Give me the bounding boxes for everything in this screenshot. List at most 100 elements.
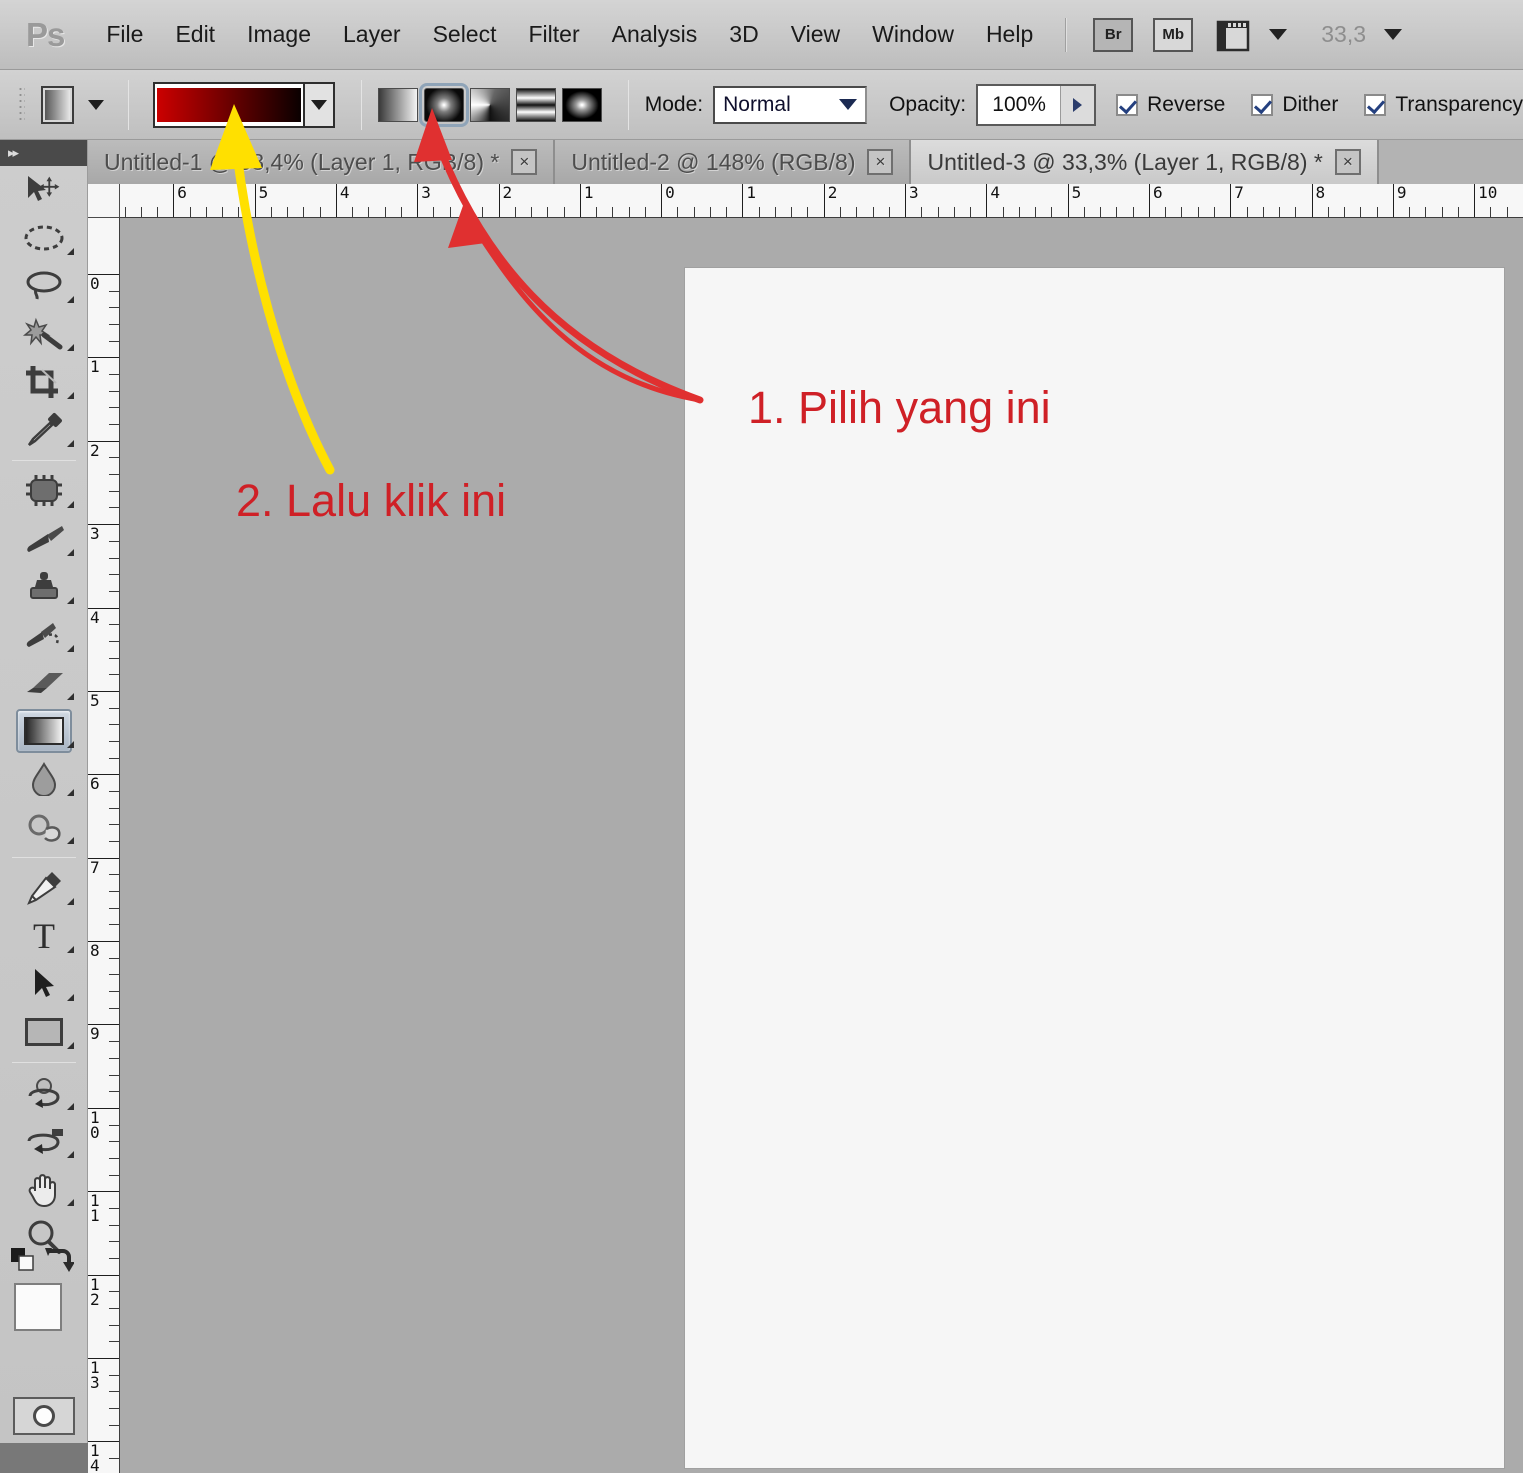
3d-orbit-tool[interactable] (0, 1117, 88, 1165)
ruler-tick-minor (109, 874, 119, 876)
crop-tool[interactable] (0, 358, 88, 406)
reflected-gradient-button[interactable] (515, 87, 556, 122)
clone-stamp-tool[interactable] (0, 563, 88, 611)
radial-gradient-button[interactable] (418, 82, 469, 127)
dither-checkbox-item[interactable]: Dither (1251, 93, 1338, 117)
document-canvas[interactable] (685, 268, 1504, 1468)
ruler-label: 6 (90, 774, 100, 794)
horizontal-ruler[interactable]: 7654321012345678910 (88, 184, 1523, 218)
ruler-tick-minor (628, 207, 630, 217)
transparency-checkbox-item[interactable]: Transparency (1364, 93, 1523, 117)
menu-item-help[interactable]: Help (970, 15, 1049, 54)
blend-mode-value: Normal (723, 92, 791, 116)
ruler-tick-minor (109, 424, 119, 426)
3d-rotate-tool[interactable] (0, 1069, 88, 1117)
menu-item-layer[interactable]: Layer (327, 15, 417, 54)
move-tool[interactable] (0, 166, 88, 214)
tab-close-icon[interactable]: × (1334, 149, 1361, 175)
gradient-preset-picker[interactable] (152, 81, 335, 128)
lasso-tool[interactable] (0, 262, 88, 310)
magic-wand-tool[interactable] (0, 310, 88, 358)
ruler-label: 3 (90, 524, 100, 544)
linear-gradient-button[interactable] (377, 87, 418, 122)
opacity-slider-arrow-icon[interactable] (1060, 85, 1095, 124)
tool-preset-picker-icon[interactable] (41, 85, 74, 124)
hand-tool[interactable] (0, 1165, 88, 1213)
ruler-tick-major (173, 184, 175, 217)
ruler-corner[interactable] (88, 184, 120, 218)
arrange-chevron-down-icon[interactable] (1269, 29, 1288, 40)
path-selection-tool[interactable] (0, 960, 88, 1008)
document-tab-untitled-1[interactable]: Untitled-1 @ 58,4% (Layer 1, RGB/8) * × (88, 140, 556, 184)
marquee-tool[interactable] (0, 214, 88, 262)
ruler-tick-minor (872, 207, 874, 217)
menu-item-file[interactable]: File (90, 15, 159, 54)
history-brush-tool[interactable] (0, 611, 88, 659)
canvas-area[interactable] (120, 218, 1523, 1473)
angle-gradient-button[interactable] (469, 87, 510, 122)
history-brush-icon (16, 613, 72, 657)
menu-item-filter[interactable]: Filter (513, 15, 596, 54)
eraser-tool[interactable] (0, 659, 88, 707)
tools-panel-collapse-button[interactable]: ▸▸ (0, 140, 87, 166)
ruler-tick-major (1148, 184, 1150, 217)
zoom-chevron-down-icon[interactable] (1384, 29, 1403, 40)
reverse-checkbox-item[interactable]: Reverse (1116, 93, 1225, 117)
type-tool[interactable]: T (0, 912, 88, 960)
ruler-tick-minor (205, 207, 207, 217)
menu-item-view[interactable]: View (775, 15, 856, 54)
blend-mode-select[interactable]: Normal (713, 85, 868, 124)
ruler-tick-minor (856, 207, 858, 217)
gradient-picker-chevron-down-icon[interactable] (302, 83, 333, 126)
document-tab-untitled-3[interactable]: Untitled-3 @ 33,3% (Layer 1, RGB/8) * × (911, 140, 1379, 184)
reverse-checkbox[interactable] (1116, 93, 1139, 116)
gradient-type-group (377, 82, 602, 127)
launch-mini-bridge-button[interactable]: Mb (1153, 17, 1194, 52)
ruler-tick-minor (109, 1157, 119, 1159)
tool-preset-chevron-down-icon[interactable] (87, 99, 104, 110)
default-colors-icon[interactable] (10, 1247, 34, 1271)
rectangle-tool[interactable] (0, 1008, 88, 1056)
ruler-tick-minor (109, 991, 119, 993)
tools-divider-1 (11, 460, 76, 461)
double-chevron-right-icon: ▸▸ (8, 145, 19, 160)
vertical-ruler[interactable]: 0 1 2 3 4 5 6 7 8 9 10 11 12 13 14 (88, 218, 120, 1473)
menu-item-window[interactable]: Window (856, 15, 970, 54)
dodge-tool[interactable] (0, 803, 88, 851)
eyedropper-tool[interactable] (0, 406, 88, 454)
3d-camera-orbit-icon (16, 1119, 72, 1163)
menu-item-3d[interactable]: 3D (713, 15, 774, 54)
pen-tool[interactable] (0, 864, 88, 912)
foreground-color-swatch[interactable] (14, 1283, 62, 1331)
arrange-documents-icon[interactable] (1215, 17, 1259, 53)
options-bar-grip[interactable] (18, 85, 26, 124)
opacity-field-group[interactable]: 100% (976, 83, 1097, 126)
ruler-tick-minor (109, 707, 119, 709)
brush-tool[interactable] (0, 515, 88, 563)
gradient-tool[interactable] (0, 707, 88, 755)
ruler-label: 2 (90, 440, 100, 460)
launch-bridge-button[interactable]: Br (1093, 17, 1134, 52)
tab-close-icon[interactable]: × (511, 149, 538, 175)
dither-checkbox[interactable] (1251, 93, 1274, 116)
gradient-preview-swatch[interactable] (154, 85, 303, 124)
ruler-tick-minor (1100, 207, 1102, 217)
menu-item-analysis[interactable]: Analysis (596, 15, 714, 54)
ruler-tick-minor (970, 207, 972, 217)
ruler-tick-minor (109, 841, 119, 843)
ruler-tick-minor (953, 207, 955, 217)
menu-item-select[interactable]: Select (417, 15, 513, 54)
menu-item-image[interactable]: Image (231, 15, 327, 54)
transparency-checkbox[interactable] (1364, 93, 1387, 116)
menu-item-edit[interactable]: Edit (159, 15, 231, 54)
ruler-tick-minor (1441, 207, 1443, 217)
quick-mask-toggle[interactable] (12, 1397, 75, 1435)
diamond-gradient-button[interactable] (561, 87, 602, 122)
document-tab-untitled-2[interactable]: Untitled-2 @ 148% (RGB/8) × (555, 140, 912, 184)
ruler-tick-minor (1344, 207, 1346, 217)
opacity-input[interactable]: 100% (978, 93, 1060, 117)
blur-tool[interactable] (0, 755, 88, 803)
healing-brush-tool[interactable] (0, 467, 88, 515)
tab-close-icon[interactable]: × (867, 149, 894, 175)
swap-colors-icon[interactable] (44, 1245, 75, 1280)
